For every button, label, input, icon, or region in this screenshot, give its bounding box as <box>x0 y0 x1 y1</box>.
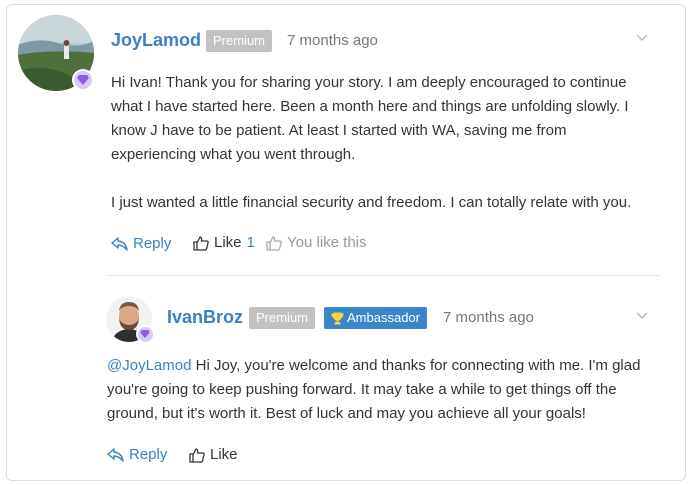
you-like-this: You like this <box>266 234 367 251</box>
like-button[interactable]: Like 1 <box>193 234 255 251</box>
premium-badge: Premium <box>206 30 273 52</box>
thumbs-up-icon <box>189 447 205 463</box>
comment-body-paragraph: I just wanted a little financial securit… <box>111 194 632 211</box>
diamond-badge-icon <box>72 69 94 91</box>
trophy-icon <box>331 312 344 324</box>
comment-body: @JoyLamod Hi Joy, you're welcome and tha… <box>107 354 647 426</box>
divider <box>107 275 660 276</box>
like-label: Like <box>214 234 242 251</box>
like-button[interactable]: Like <box>189 446 238 463</box>
timestamp[interactable]: 7 months ago <box>443 309 534 326</box>
reply-label: Reply <box>129 446 168 463</box>
reply-button[interactable]: Reply <box>111 235 171 252</box>
mention-link[interactable]: @JoyLamod <box>107 357 191 374</box>
ambassador-label: Ambassador <box>347 310 420 325</box>
thumbs-up-icon <box>266 235 282 251</box>
premium-badge: Premium <box>249 307 316 329</box>
thumbs-up-icon <box>193 235 209 251</box>
timestamp[interactable]: 7 months ago <box>287 32 378 49</box>
reply-label: Reply <box>133 235 172 252</box>
chevron-down-icon[interactable] <box>636 307 648 323</box>
chevron-down-icon[interactable] <box>636 29 648 45</box>
author-name[interactable]: JoyLamod <box>111 30 201 51</box>
reply-icon <box>107 447 124 462</box>
reply-icon <box>111 236 128 251</box>
diamond-badge-icon <box>136 325 154 343</box>
reply-button[interactable]: Reply <box>107 446 167 463</box>
ambassador-badge: Ambassador <box>324 307 427 329</box>
like-label: Like <box>210 446 238 463</box>
you-like-label: You like this <box>287 234 367 251</box>
author-name[interactable]: IvanBroz <box>167 307 243 328</box>
comment-body: Hi Ivan! Thank you for sharing your stor… <box>111 74 629 163</box>
like-count[interactable]: 1 <box>247 234 255 251</box>
